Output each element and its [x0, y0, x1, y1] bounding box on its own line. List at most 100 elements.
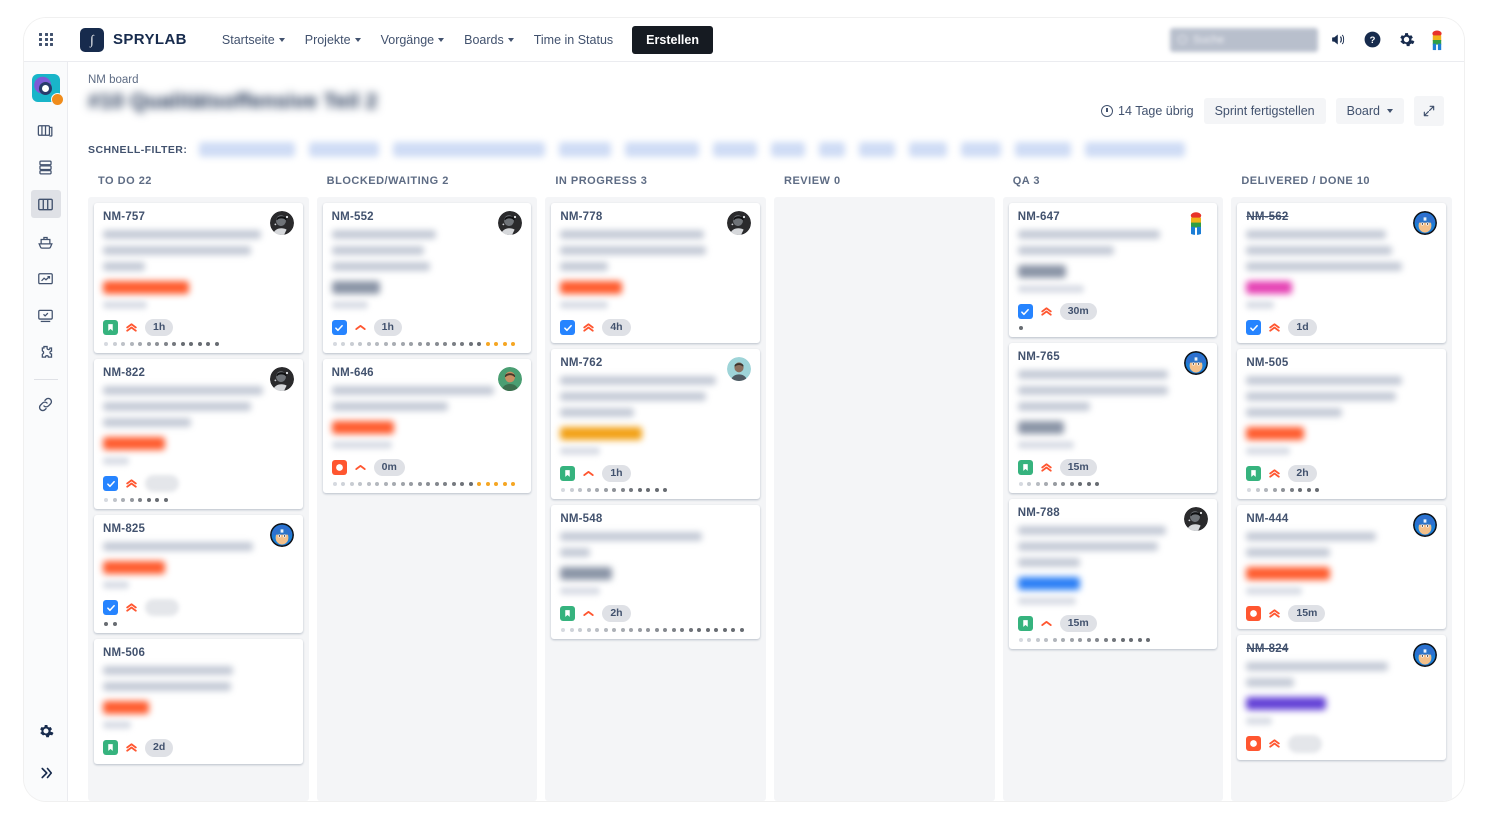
issue-card[interactable]: NM-762 1h [551, 349, 761, 500]
issue-card[interactable]: NM-778 4h [551, 203, 761, 344]
board-view-selector[interactable]: Board [1335, 98, 1404, 124]
quick-filter-chip[interactable] [559, 142, 612, 157]
assignee-avatar[interactable] [498, 367, 523, 392]
assignee-avatar[interactable] [1184, 351, 1209, 376]
sidebar-item-sprints[interactable] [31, 153, 61, 181]
breadcrumb[interactable]: NM board [88, 74, 1444, 86]
assignee-avatar[interactable] [727, 357, 752, 382]
chevron-double-right-icon[interactable] [31, 759, 61, 787]
profile-avatar[interactable] [1426, 29, 1448, 51]
assignee-avatar[interactable] [269, 367, 294, 392]
megaphone-icon[interactable] [1324, 26, 1352, 54]
issue-card[interactable]: NM-824 [1237, 635, 1447, 760]
issue-key[interactable]: NM-824 [1246, 643, 1413, 655]
issue-key[interactable]: NM-778 [560, 211, 727, 223]
quick-filter-chip[interactable] [819, 142, 846, 157]
brand-logo[interactable]: ∫ SPRYLAB [80, 27, 187, 52]
issue-key[interactable]: NM-762 [560, 357, 727, 369]
issue-card[interactable]: NM-552 1h [322, 203, 532, 354]
quick-filter-chip[interactable] [859, 142, 896, 157]
issue-card[interactable]: NM-647 30m [1008, 203, 1218, 338]
issue-card[interactable]: NM-825 [94, 515, 303, 634]
complete-sprint-button[interactable]: Sprint fertigstellen [1203, 98, 1326, 124]
nav-item-projekte[interactable]: Projekte [296, 27, 370, 53]
quick-filter-chip[interactable] [199, 142, 296, 157]
project-avatar[interactable] [31, 74, 64, 106]
expand-icon[interactable] [1414, 96, 1444, 126]
issue-key[interactable]: NM-562 [1246, 211, 1413, 223]
assignee-avatar[interactable] [1413, 211, 1438, 235]
column-card-list[interactable]: NM-778 4h NM-762 1h NM-548 2h [545, 197, 767, 801]
sidebar-item-addons[interactable] [31, 338, 61, 366]
quick-filter-chip[interactable] [1085, 142, 1186, 157]
issue-card[interactable]: NM-765 15m [1008, 343, 1218, 494]
issue-key[interactable]: NM-505 [1246, 357, 1437, 369]
issue-card[interactable]: NM-757 1h [94, 203, 303, 354]
issue-card[interactable]: NM-822 [94, 359, 303, 510]
column-header: IN PROGRESS 3 [555, 175, 648, 187]
quick-filter-chip[interactable] [771, 142, 806, 157]
card-footer: 1d [1246, 319, 1437, 337]
column-card-list[interactable]: NM-552 1h NM-646 0m [316, 197, 538, 801]
quick-filter-chip[interactable] [625, 142, 700, 157]
issue-key[interactable]: NM-765 [1018, 351, 1185, 363]
nav-item-vorgaenge[interactable]: Vorgänge [372, 27, 454, 53]
column-card-list[interactable]: NM-647 30m NM-765 15m NM-788 15m [1002, 197, 1224, 801]
issue-key[interactable]: NM-825 [103, 523, 270, 535]
issue-key[interactable]: NM-646 [332, 367, 499, 379]
quick-filter-chip[interactable] [1015, 142, 1072, 157]
sidebar-item-reports[interactable] [31, 264, 61, 292]
assignee-avatar[interactable] [498, 211, 523, 235]
quick-filter-chip[interactable] [909, 142, 948, 157]
sidebar-item-links[interactable] [31, 390, 61, 418]
assignee-avatar[interactable] [1184, 507, 1209, 532]
card-meta-text [103, 301, 147, 309]
card-footer: 2d [103, 739, 294, 757]
assignee-avatar[interactable] [1413, 643, 1438, 668]
sidebar-item-backlog[interactable] [31, 116, 61, 144]
assignee-avatar[interactable] [1413, 513, 1438, 538]
issue-key[interactable]: NM-822 [103, 367, 270, 379]
help-icon[interactable]: ? [1358, 26, 1386, 54]
issue-card[interactable]: NM-562 1d [1237, 203, 1447, 344]
apps-grid-icon[interactable] [24, 32, 68, 47]
issue-card[interactable]: NM-506 2d [94, 639, 303, 764]
quick-filter-chip[interactable] [309, 142, 380, 157]
issue-key[interactable]: NM-788 [1018, 507, 1185, 519]
create-button[interactable]: Erstellen [632, 25, 713, 54]
issue-key[interactable]: NM-552 [332, 211, 499, 223]
issue-key[interactable]: NM-506 [103, 647, 294, 659]
gear-icon[interactable] [31, 717, 61, 745]
sidebar-item-releases[interactable] [31, 227, 61, 255]
issue-card[interactable]: NM-646 0m [322, 359, 532, 494]
settings-icon[interactable] [1392, 26, 1420, 54]
issue-card[interactable]: NM-788 15m [1008, 499, 1218, 650]
quick-filter-chip[interactable] [961, 142, 1002, 157]
sidebar-item-board[interactable] [30, 190, 61, 218]
sidebar-item-code[interactable] [31, 301, 61, 329]
priority-highest-icon [582, 321, 595, 334]
column-card-list[interactable] [774, 197, 995, 801]
nav-item-time-in-status[interactable]: Time in Status [525, 27, 622, 53]
assignee-avatar[interactable] [269, 211, 294, 235]
issue-card[interactable]: NM-444 15m [1237, 505, 1447, 630]
quick-filter-chip[interactable] [393, 142, 546, 157]
issue-key[interactable]: NM-548 [560, 513, 751, 525]
issue-key[interactable]: NM-444 [1246, 513, 1413, 525]
project-avatar-inner [39, 81, 52, 95]
issue-key[interactable]: NM-647 [1018, 211, 1185, 223]
issue-card[interactable]: NM-548 2h [551, 505, 761, 640]
board-header-actions: 14 Tage übrig Sprint fertigstellen Board [1101, 90, 1444, 126]
assignee-avatar[interactable] [269, 523, 294, 548]
column-card-list[interactable]: NM-757 1h NM-822 NM-825 NM-506 2d [88, 197, 309, 801]
column-header: QA 3 [1012, 175, 1040, 187]
issue-card[interactable]: NM-505 2h [1237, 349, 1447, 500]
assignee-avatar[interactable] [727, 211, 752, 235]
quick-filter-chip[interactable] [713, 142, 758, 157]
nav-item-startseite[interactable]: Startseite [213, 27, 294, 53]
assignee-avatar[interactable] [1184, 211, 1208, 235]
search-input[interactable]: Suche [1170, 27, 1318, 52]
column-card-list[interactable]: NM-562 1d NM-505 2h NM-444 15m NM-824 [1231, 197, 1453, 801]
nav-item-boards[interactable]: Boards [455, 27, 523, 53]
issue-key[interactable]: NM-757 [103, 211, 270, 223]
